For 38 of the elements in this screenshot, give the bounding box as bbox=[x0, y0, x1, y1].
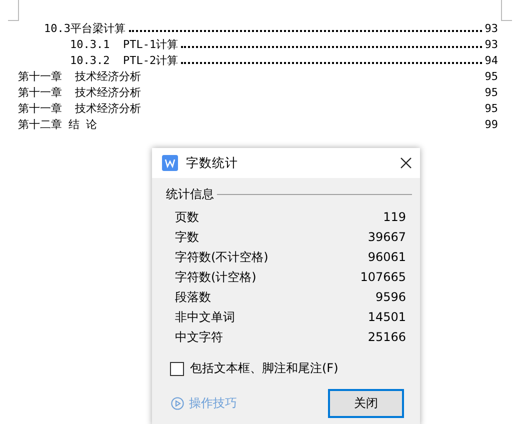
page-corner-mark bbox=[501, 0, 512, 21]
toc-page-number: 93 bbox=[484, 37, 498, 53]
page-corner-mark bbox=[8, 0, 19, 21]
stat-value: 119 bbox=[383, 210, 406, 224]
close-button[interactable]: 关闭 bbox=[328, 389, 404, 418]
stat-value: 9596 bbox=[375, 290, 406, 304]
toc-page-number: 99 bbox=[484, 117, 498, 133]
toc-page-number: 95 bbox=[484, 101, 498, 117]
toc-page-number: 94 bbox=[484, 53, 498, 69]
toc-entry-title[interactable]: 第十二章 结 论 bbox=[18, 117, 98, 133]
toc-entry-title[interactable]: 10.3.1 PTL-1计算 bbox=[70, 37, 178, 53]
toc-page-number: 95 bbox=[484, 85, 498, 101]
stat-value: 14501 bbox=[368, 310, 406, 324]
checkbox[interactable] bbox=[170, 362, 184, 376]
group-title: 统计信息 bbox=[166, 186, 214, 203]
dialog-title: 字数统计 bbox=[186, 154, 239, 172]
stat-value: 107665 bbox=[360, 270, 406, 284]
stat-label: 字符数(不计空格) bbox=[175, 248, 268, 266]
toc-entry-title[interactable]: 第十一章 技术经济分析 bbox=[18, 101, 142, 117]
close-icon[interactable] bbox=[400, 157, 412, 169]
checkbox-label[interactable]: 包括文本框、脚注和尾注(F) bbox=[190, 360, 338, 377]
stat-label: 段落数 bbox=[175, 288, 211, 306]
stat-label: 页数 bbox=[175, 208, 199, 226]
toc-entry-title[interactable]: 第十一章 技术经济分析 bbox=[18, 85, 142, 101]
stat-value: 25166 bbox=[368, 330, 406, 344]
stat-label: 中文字符 bbox=[175, 328, 223, 346]
stat-label: 非中文单词 bbox=[175, 308, 235, 326]
stat-label: 字数 bbox=[175, 228, 199, 246]
toc-entry-title[interactable]: 第十一章 技术经济分析 bbox=[18, 69, 142, 85]
stat-value: 96061 bbox=[368, 250, 406, 264]
toc-page-number: 93 bbox=[484, 21, 498, 37]
play-icon bbox=[171, 397, 184, 410]
app-logo-icon bbox=[162, 155, 178, 171]
stat-label: 字符数(计空格) bbox=[175, 268, 256, 286]
stat-value: 39667 bbox=[368, 230, 406, 244]
toc-entry-title[interactable]: 10.3.2 PTL-2计算 bbox=[70, 53, 178, 69]
toc-page-number: 95 bbox=[484, 69, 498, 85]
toc-entry-title[interactable]: 10.3平台梁计算 bbox=[44, 21, 126, 37]
